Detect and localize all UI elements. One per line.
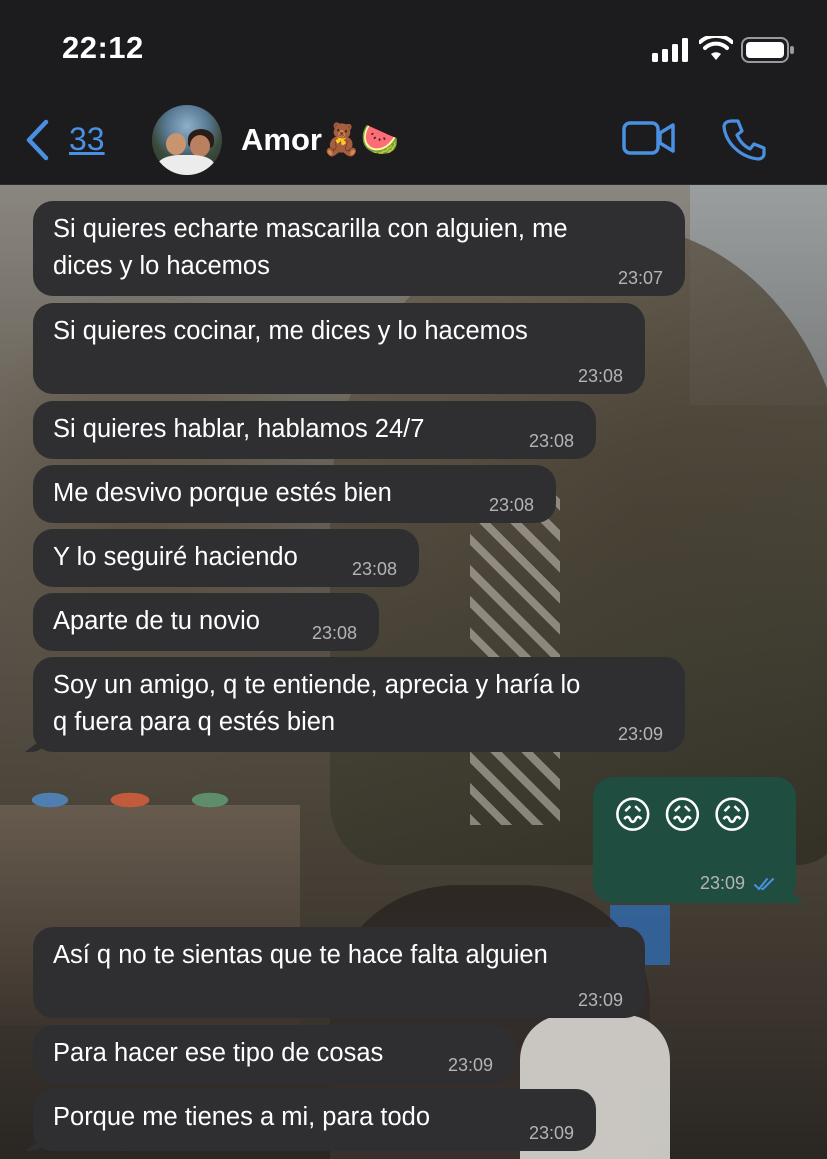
message-bubble-incoming[interactable]: Me desvivo porque estés bien 23:08	[33, 465, 556, 523]
message-text: Soy un amigo, q te entiende, aprecia y h…	[53, 671, 581, 736]
contact-avatar[interactable]	[152, 105, 222, 175]
message-text: Y lo seguiré haciendo	[53, 543, 298, 571]
message-text: Si quieres echarte mascarilla con alguie…	[53, 215, 568, 280]
message-bubble-incoming[interactable]: Si quieres echarte mascarilla con alguie…	[33, 201, 685, 296]
message-time: 23:09	[528, 1123, 574, 1143]
message-bubble-incoming[interactable]: Y lo seguiré haciendo 23:08	[33, 529, 419, 587]
voice-call-icon[interactable]	[722, 117, 766, 161]
message-time: 23:09	[699, 873, 745, 893]
message-emoji: 😖😖😖	[613, 795, 762, 837]
message-bubble-incoming[interactable]: Para hacer ese tipo de cosas 23:09	[33, 1025, 515, 1083]
read-receipt-double-check-icon	[754, 878, 774, 891]
message-bubble-incoming[interactable]: Aparte de tu novio 23:08	[33, 593, 379, 651]
video-call-icon[interactable]	[622, 119, 676, 157]
status-time: 22:12	[62, 30, 144, 65]
message-time: 23:09	[617, 724, 663, 744]
message-bubble-incoming[interactable]: Si quieres hablar, hablamos 24/7 23:08	[33, 401, 596, 459]
back-button-unread-count[interactable]: 33	[69, 121, 105, 158]
message-time: 23:08	[351, 559, 397, 579]
message-bubble-incoming[interactable]: Porque me tienes a mi, para todo 23:09	[33, 1089, 596, 1151]
status-bar: 22:12	[0, 0, 827, 95]
message-time: 23:08	[577, 366, 623, 386]
message-time: 23:09	[447, 1055, 493, 1075]
message-text: Me desvivo porque estés bien	[53, 479, 392, 507]
wallpaper-stairs	[470, 485, 560, 825]
wallpaper-umbrellas	[10, 785, 250, 815]
wifi-icon	[699, 36, 733, 60]
message-text: Así q no te sientas que te hace falta al…	[53, 941, 548, 969]
message-text: Para hacer ese tipo de cosas	[53, 1039, 384, 1067]
message-bubble-incoming[interactable]: Soy un amigo, q te entiende, aprecia y h…	[33, 657, 685, 752]
message-time: 23:08	[311, 623, 357, 643]
message-time-row: 23:09	[700, 873, 776, 893]
message-text: Si quieres cocinar, me dices y lo hacemo…	[53, 317, 528, 345]
chat-header: 33 Amor🧸🍉	[0, 95, 827, 185]
back-chevron-icon[interactable]	[24, 119, 50, 161]
message-bubble-incoming[interactable]: Si quieres cocinar, me dices y lo hacemo…	[33, 303, 645, 394]
contact-name[interactable]: Amor🧸🍉	[241, 121, 399, 158]
message-time: 23:08	[528, 431, 574, 451]
message-text: Porque me tienes a mi, para todo	[53, 1103, 431, 1131]
message-bubble-outgoing[interactable]: 😖😖😖 23:09	[593, 777, 796, 903]
message-time: 23:09	[577, 990, 623, 1010]
chat-area[interactable]: Si quieres echarte mascarilla con alguie…	[0, 185, 827, 1159]
message-bubble-incoming[interactable]: Así q no te sientas que te hace falta al…	[33, 927, 645, 1018]
message-time: 23:07	[617, 268, 663, 288]
cellular-signal-icon	[652, 38, 688, 62]
message-text: Si quieres hablar, hablamos 24/7	[53, 415, 425, 443]
battery-icon	[741, 37, 794, 63]
message-time: 23:08	[488, 495, 534, 515]
